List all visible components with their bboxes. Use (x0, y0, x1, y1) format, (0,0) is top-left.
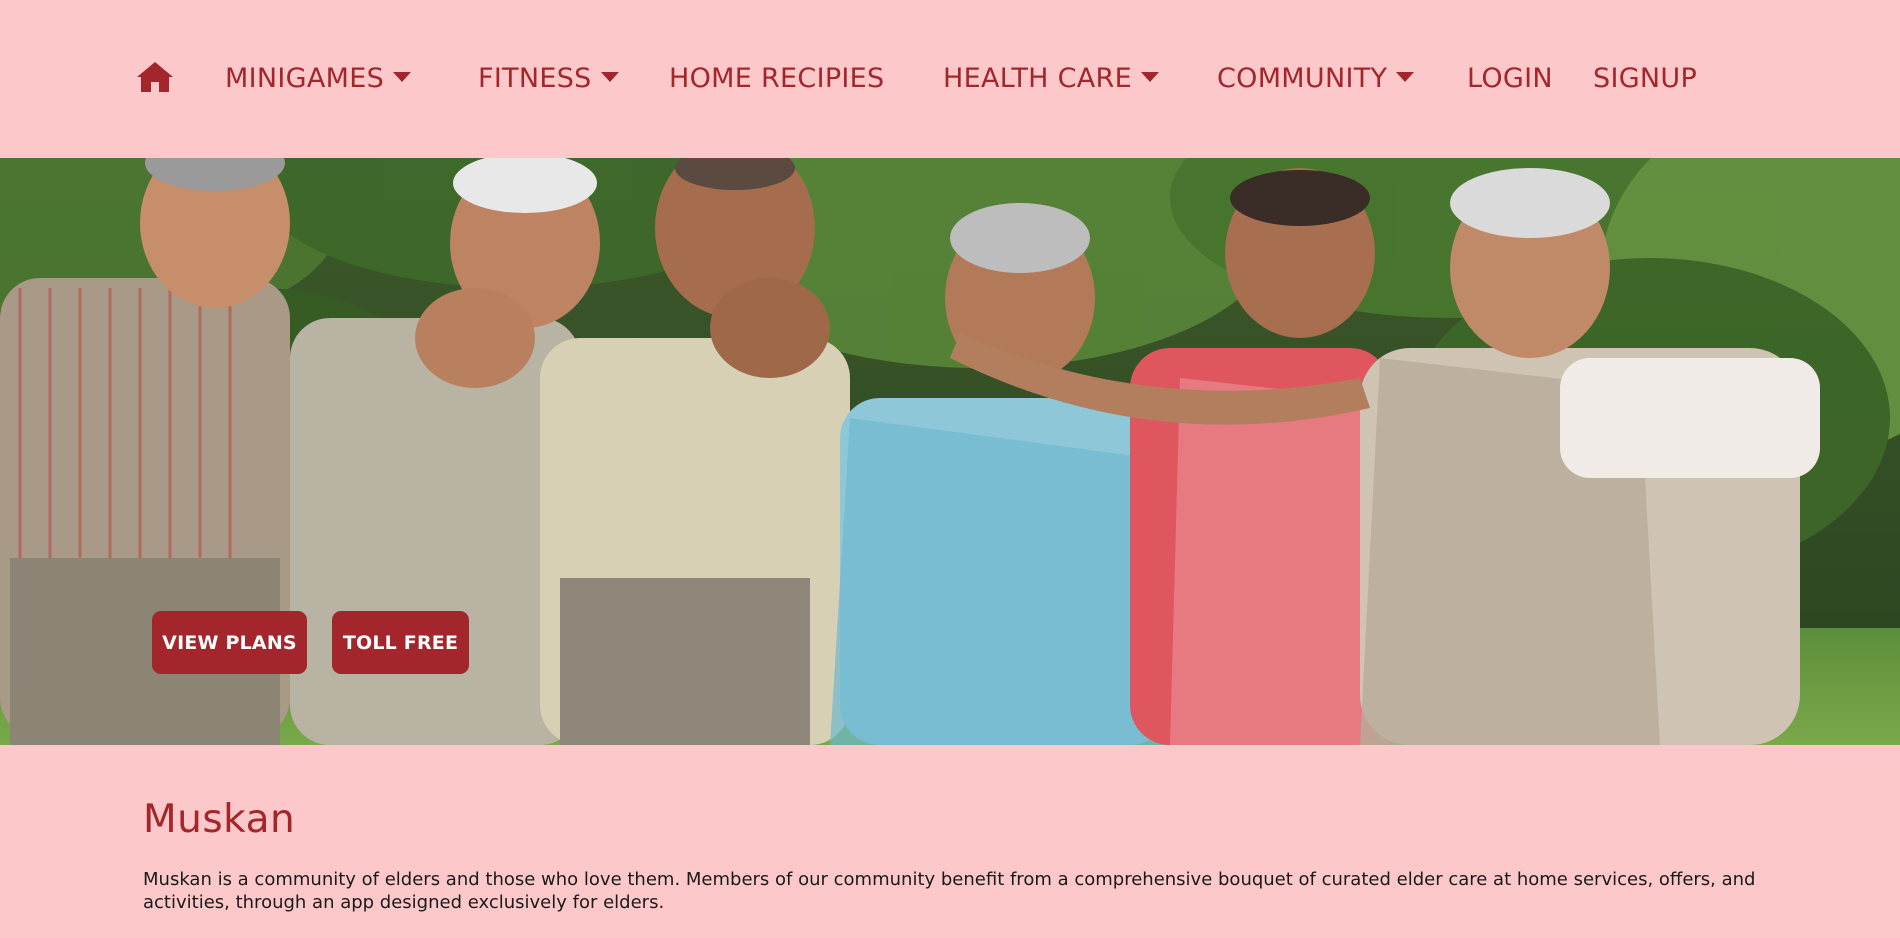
nav-item-label: HEALTH CARE (943, 62, 1132, 94)
nav-item-label: HOME RECIPIES (669, 62, 885, 94)
section-title: Muskan (143, 797, 296, 842)
nav-item-fitness[interactable]: FITNESS (478, 58, 619, 98)
nav-item-label: FITNESS (478, 62, 592, 94)
nav-item-community[interactable]: COMMUNITY (1217, 58, 1415, 98)
nav-item-login[interactable]: LOGIN (1467, 58, 1553, 98)
caret-down-icon (1140, 72, 1159, 82)
toll-free-label: TOLL FREE (342, 631, 459, 654)
nav-item-health-care[interactable]: HEALTH CARE (943, 58, 1159, 98)
hero-banner: VIEW PLANS TOLL FREE (0, 158, 1900, 745)
caret-down-icon (1396, 72, 1415, 82)
view-plans-button[interactable]: VIEW PLANS (152, 611, 307, 674)
about-section: Muskan Muskan is a community of elders a… (0, 745, 1900, 938)
nav-item-label: SIGNUP (1593, 62, 1698, 94)
nav-item-home-recipies[interactable]: HOME RECIPIES (669, 58, 884, 98)
nav-item-label: COMMUNITY (1217, 62, 1388, 94)
home-icon[interactable] (136, 60, 174, 94)
section-description: Muskan is a community of elders and thos… (143, 869, 1756, 913)
top-navbar: MINIGAMES FITNESS HOME RECIPIES HEALTH C… (0, 0, 1900, 158)
caret-down-icon (393, 72, 412, 82)
nav-item-minigames[interactable]: MINIGAMES (225, 58, 412, 98)
nav-item-label: MINIGAMES (225, 62, 385, 94)
toll-free-button[interactable]: TOLL FREE (332, 611, 469, 674)
caret-down-icon (600, 72, 619, 82)
nav-item-signup[interactable]: SIGNUP (1593, 58, 1697, 98)
view-plans-label: VIEW PLANS (162, 631, 297, 654)
nav-item-label: LOGIN (1467, 62, 1553, 94)
